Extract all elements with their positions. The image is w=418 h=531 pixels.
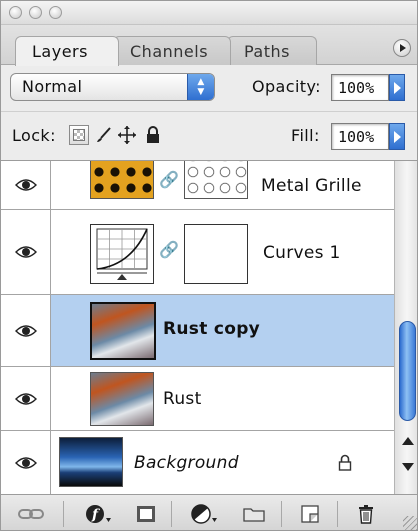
scrollbar-thumb[interactable] xyxy=(399,321,416,421)
link-layers-button[interactable] xyxy=(17,503,45,525)
layer-mask-thumbnail xyxy=(184,224,248,284)
blend-mode-value: Normal xyxy=(22,77,83,96)
eye-icon xyxy=(14,456,37,469)
curves-graph-icon xyxy=(96,228,148,280)
layer-row-background[interactable]: Background xyxy=(1,431,394,494)
opacity-label: Opacity: xyxy=(252,77,321,96)
close-window-button[interactable] xyxy=(9,6,22,19)
adjustment-layer-button[interactable] xyxy=(187,503,221,525)
toolbar-divider xyxy=(171,501,172,527)
move-arrows-icon xyxy=(118,126,136,144)
fill-input[interactable]: 100% xyxy=(331,123,389,150)
toolbar-divider xyxy=(337,501,338,527)
zoom-window-button[interactable] xyxy=(49,6,62,19)
arrow-down-icon xyxy=(401,463,414,471)
delete-layer-button[interactable] xyxy=(353,503,379,525)
tab-layers[interactable]: Layers xyxy=(15,36,119,66)
new-layer-button[interactable] xyxy=(297,503,323,525)
visibility-toggle[interactable] xyxy=(1,210,51,294)
fill-label: Fill: xyxy=(291,126,320,145)
new-group-icon xyxy=(243,508,265,522)
lock-label: Lock: xyxy=(12,126,56,145)
padlock-icon xyxy=(147,126,159,143)
resize-grip-icon[interactable] xyxy=(403,516,417,530)
lock-transparent-icon xyxy=(73,129,85,141)
opacity-input[interactable]: 100% xyxy=(331,74,389,101)
eye-icon xyxy=(14,324,37,337)
brush-icon xyxy=(97,127,111,142)
toolbar-divider xyxy=(281,501,282,527)
title-bar xyxy=(1,1,417,25)
new-layer-icon xyxy=(301,505,319,523)
layers-panel-window: Paths Channels Layers Normal ▲ ▼ Opacity:… xyxy=(0,0,418,531)
curves-adjustment-thumbnail xyxy=(90,224,154,284)
layers-scrollbar[interactable] xyxy=(394,161,417,494)
layer-name: Curves 1 xyxy=(263,243,341,263)
new-group-button[interactable] xyxy=(241,503,267,525)
scroll-up-button[interactable] xyxy=(397,431,417,451)
adjustment-layer-icon xyxy=(191,504,217,524)
layer-row-curves-1[interactable]: 🔗 Curves 1 xyxy=(1,210,394,295)
tab-paths[interactable]: Paths xyxy=(227,36,317,65)
link-layers-icon xyxy=(18,509,44,519)
eye-icon xyxy=(14,392,37,405)
arrow-up-icon xyxy=(401,437,414,445)
layer-row-rust[interactable]: Rust xyxy=(1,367,394,431)
visibility-toggle[interactable] xyxy=(1,431,51,494)
visibility-toggle[interactable] xyxy=(1,367,51,430)
layer-mask-thumbnail xyxy=(184,161,248,199)
layer-thumbnail xyxy=(59,437,123,487)
eye-icon xyxy=(14,246,37,258)
lock-transparent-button[interactable] xyxy=(69,125,89,145)
layers-list: 🔗 Metal Grille 🔗 Curves 1 Rust copy Rust… xyxy=(1,161,394,494)
link-chain-icon: 🔗 xyxy=(159,170,179,189)
layers-bottom-toolbar: f xyxy=(1,494,417,530)
toolbar-divider xyxy=(63,501,64,527)
trash-icon xyxy=(359,505,373,524)
tab-channels[interactable]: Channels xyxy=(113,36,231,65)
layer-row-rust-copy[interactable]: Rust copy xyxy=(1,295,394,367)
add-mask-icon xyxy=(137,506,155,522)
layer-thumbnail xyxy=(90,372,154,426)
play-arrow-icon xyxy=(400,44,406,52)
blend-row: Normal ▲ ▼ Opacity: 100% xyxy=(1,65,417,111)
lock-image-button[interactable] xyxy=(94,125,114,145)
fill-slider-button[interactable] xyxy=(389,123,405,150)
link-chain-icon: 🔗 xyxy=(159,240,179,259)
layer-thumbnail xyxy=(90,302,156,360)
panel-menu-button[interactable] xyxy=(393,39,411,57)
select-arrows-icon: ▲ ▼ xyxy=(187,74,214,100)
lock-all-button[interactable] xyxy=(143,125,163,145)
layer-row-metal-grille[interactable]: 🔗 Metal Grille xyxy=(1,161,394,210)
layer-name: Background xyxy=(134,453,239,473)
opacity-slider-button[interactable] xyxy=(389,74,405,101)
layer-name: Metal Grille xyxy=(261,176,362,196)
panel-tabs: Paths Channels Layers xyxy=(1,25,417,66)
add-mask-button[interactable] xyxy=(133,503,159,525)
layer-style-icon: f xyxy=(86,505,111,523)
layer-name: Rust copy xyxy=(163,319,261,339)
layer-name: Rust xyxy=(163,389,202,409)
visibility-toggle[interactable] xyxy=(1,161,51,209)
triangle-right-icon xyxy=(393,81,401,94)
layer-style-button[interactable]: f xyxy=(81,503,115,525)
lock-row: Lock: Fill: 100% xyxy=(1,111,417,161)
layer-thumbnail xyxy=(90,161,154,199)
minimize-window-button[interactable] xyxy=(29,6,42,19)
padlock-icon xyxy=(338,454,352,471)
lock-position-button[interactable] xyxy=(117,125,137,145)
triangle-right-icon xyxy=(393,130,401,143)
visibility-toggle[interactable] xyxy=(1,295,51,366)
eye-icon xyxy=(14,179,37,191)
scroll-down-button[interactable] xyxy=(397,457,417,477)
blend-mode-select[interactable]: Normal ▲ ▼ xyxy=(10,73,215,101)
